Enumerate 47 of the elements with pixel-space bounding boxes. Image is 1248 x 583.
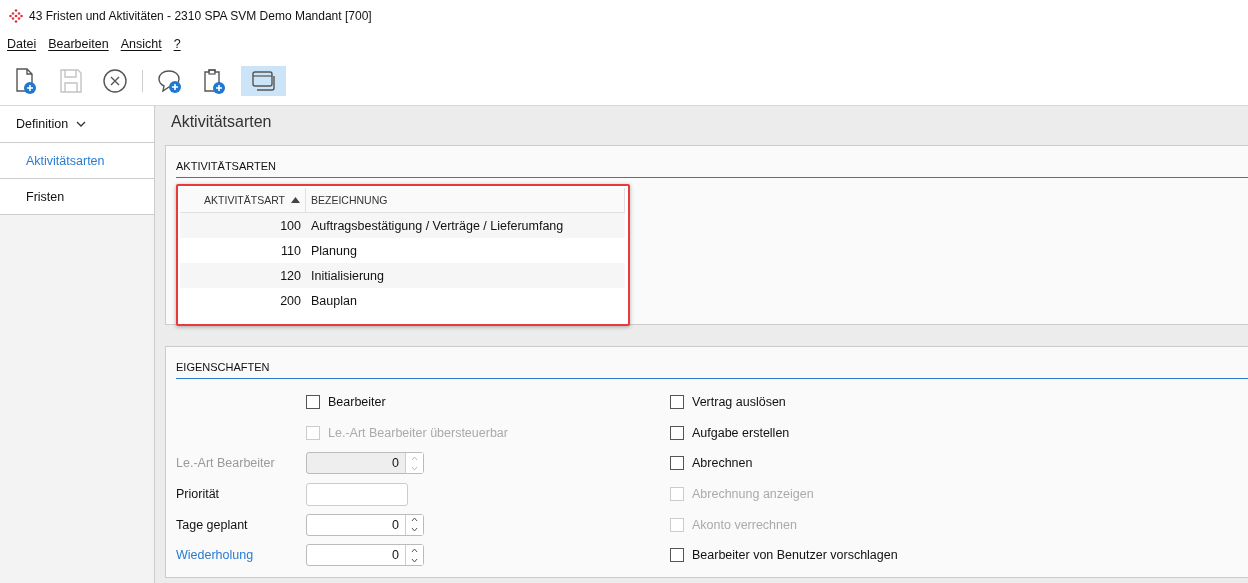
circle-x-icon: [102, 66, 128, 95]
checkbox[interactable]: [670, 456, 684, 471]
checkbox[interactable]: [306, 395, 320, 410]
page-title: Aktivitätsarten: [171, 113, 272, 131]
checkbox-label: Bearbeiter: [328, 395, 386, 410]
app-logo-icon: [9, 9, 23, 23]
table-cell-text: Initialisierung: [310, 267, 385, 285]
checkbox-label: Le.-Art Bearbeiter übersteuerbar: [328, 425, 508, 440]
number-spinner[interactable]: 0: [306, 544, 424, 567]
table-cell-text: Planung: [310, 242, 358, 260]
panel-title: EIGENSCHAFTEN: [176, 361, 270, 373]
input-field[interactable]: [306, 482, 408, 506]
table-cell-text: 120: [279, 267, 302, 285]
table-cell-text: 110: [280, 242, 302, 260]
column-header[interactable]: AKTIVITÄTSART: [180, 188, 306, 212]
checkbox-label: Akonto verrechnen: [692, 517, 797, 532]
checkbox[interactable]: [670, 395, 684, 410]
checkbox[interactable]: [670, 425, 684, 440]
window-title: 43 Fristen und Aktivitäten - 2310 SPA SVM Demo Mandant [700]: [29, 9, 372, 23]
menu-item[interactable]: Ansicht: [120, 37, 162, 51]
checkbox-label: Abrechnen: [692, 456, 753, 471]
chevron-down-icon: [76, 121, 87, 127]
field-label-link[interactable]: Wiederholung: [176, 548, 306, 563]
sidebar-item[interactable]: Fristen: [0, 179, 154, 215]
column-header[interactable]: BEZEICHNUNG: [306, 188, 625, 212]
windows-button[interactable]: [241, 65, 286, 96]
field-label: Le.-Art Bearbeiter: [176, 456, 276, 471]
checkbox-label: Aufgabe erstellen: [692, 425, 790, 440]
clipboard-plus-icon: [201, 66, 227, 95]
number-spinner[interactable]: 0: [306, 513, 424, 536]
sidebar-section-header[interactable]: Definition: [0, 106, 154, 143]
menu-item[interactable]: Datei: [7, 37, 37, 51]
field-label: Tage geplant: [176, 517, 249, 532]
table-cell-text: 100: [279, 217, 302, 235]
table-cell-text: Bauplan: [310, 292, 358, 310]
checkbox-label: Vertrag auslösen: [692, 395, 786, 410]
menu-item[interactable]: ?: [173, 37, 181, 51]
table-cell-text: Auftragsbestätigung / Verträge / Lieferumfang: [310, 217, 565, 235]
panel-title: AKTIVITÄTSARTEN: [176, 160, 277, 172]
field-label: Priorität: [176, 487, 221, 502]
checkbox-label: Abrechnung anzeigen: [692, 487, 814, 502]
checkbox-label: Bearbeiter von Benutzer vorschlagen: [692, 548, 898, 563]
checkbox[interactable]: [670, 548, 684, 563]
menu-item[interactable]: Bearbeiten: [48, 37, 109, 51]
sort-ascending-icon: [291, 197, 300, 203]
table-cell-text: 200: [279, 292, 302, 310]
sidebar-item[interactable]: Aktivitätsarten: [0, 143, 154, 179]
